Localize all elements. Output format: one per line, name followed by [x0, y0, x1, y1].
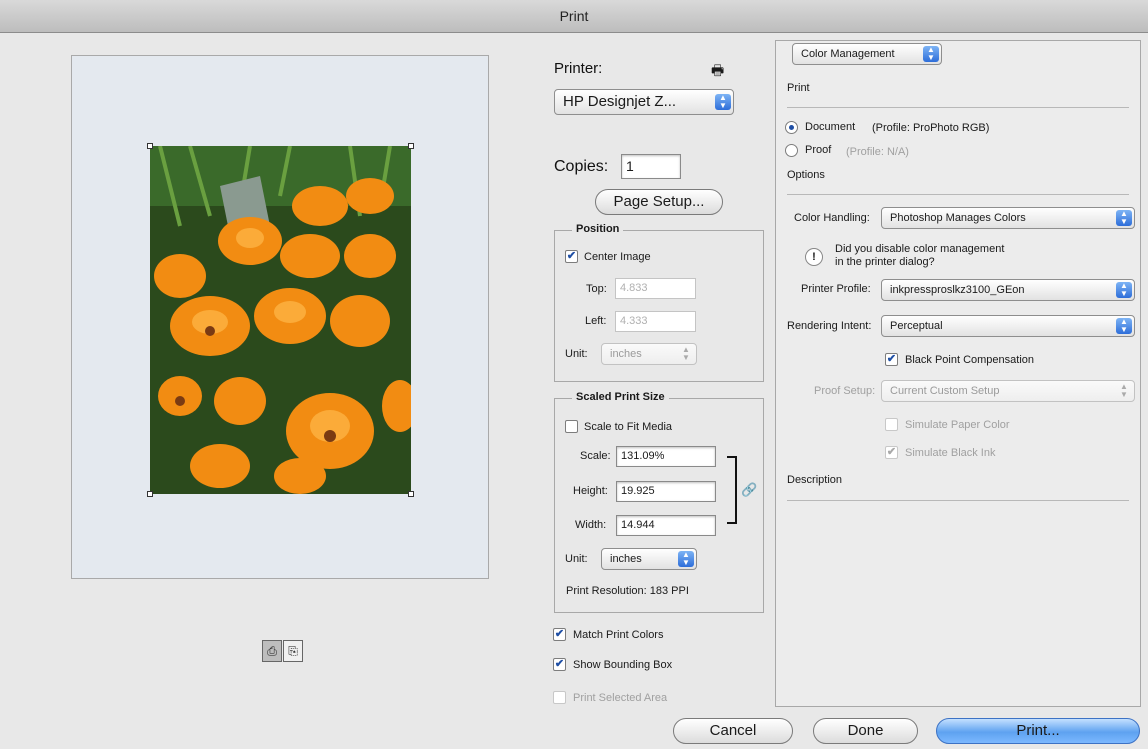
top-field[interactable]: 4.833	[615, 278, 696, 299]
simulate-paper-checkbox[interactable]	[885, 418, 898, 431]
position-group-title: Position	[572, 223, 624, 235]
size-unit-value: inches	[610, 553, 642, 565]
scaled-print-size-title: Scaled Print Size	[572, 391, 669, 403]
print-resolution: Print Resolution: 183 PPI	[566, 585, 689, 597]
show-bounding-box-label: Show Bounding Box	[573, 659, 673, 671]
height-field[interactable]: 19.925	[616, 481, 716, 502]
color-handling-label: Color Handling:	[794, 212, 870, 224]
scale-to-fit-checkbox[interactable]	[565, 420, 578, 433]
popup-arrows-icon: ▲ ▼	[715, 94, 731, 110]
popup-arrows-icon: ▲ ▼	[1116, 318, 1132, 334]
position-unit-value: inches	[610, 348, 642, 360]
popup-arrows-icon: ▲ ▼	[682, 345, 690, 362]
divider	[787, 194, 1129, 195]
color-handling-select[interactable]: Photoshop Manages Colors ▲ ▼	[881, 207, 1135, 229]
scale-label: Scale:	[580, 450, 611, 462]
position-unit-label: Unit:	[565, 348, 588, 360]
proof-label: Proof	[805, 144, 832, 156]
proof-setup-label: Proof Setup:	[814, 385, 876, 397]
rendering-intent-select[interactable]: Perceptual ▲ ▼	[881, 315, 1135, 337]
copies-field[interactable]: 1	[621, 154, 681, 179]
show-bounding-box-checkbox[interactable]: ✔	[553, 658, 566, 671]
proof-radio[interactable]	[785, 144, 798, 157]
width-field[interactable]: 14.944	[616, 515, 716, 536]
bounding-box-handle[interactable]	[408, 491, 414, 497]
match-print-colors-label: Match Print Colors	[573, 629, 664, 641]
print-selected-area-label: Print Selected Area	[573, 692, 668, 704]
constrain-proportions-bracket	[727, 456, 737, 524]
top-label: Top:	[586, 283, 607, 295]
bounding-box-handle[interactable]	[147, 491, 153, 497]
popup-arrows-icon: ▲ ▼	[678, 551, 694, 567]
rendering-intent-label: Rendering Intent:	[787, 320, 872, 332]
description-heading: Description	[787, 474, 843, 486]
black-point-checkbox[interactable]: ✔	[885, 353, 898, 366]
warning-icon: !	[805, 248, 823, 266]
simulate-black-checkbox[interactable]: ✔	[885, 446, 898, 459]
cancel-button[interactable]: Cancel	[673, 718, 793, 744]
warning-line-2: in the printer dialog?	[835, 256, 935, 268]
bounding-box-handle[interactable]	[147, 143, 153, 149]
printer-profile-select[interactable]: inkpressproslkz3100_GEon ▲ ▼	[881, 279, 1135, 301]
proof-setup-select[interactable]: Current Custom Setup ▲ ▼	[881, 380, 1135, 402]
size-unit-label: Unit:	[565, 553, 588, 565]
options-heading: Options	[787, 169, 825, 181]
proof-setup-value: Current Custom Setup	[890, 385, 1000, 397]
left-field[interactable]: 4.333	[615, 311, 696, 332]
page-setup-button[interactable]: Page Setup...	[595, 189, 723, 215]
bounding-box-handle[interactable]	[408, 143, 414, 149]
copies-label: Copies:	[554, 158, 609, 175]
panel-section-select[interactable]: Color Management ▲ ▼	[792, 43, 942, 65]
scale-to-fit-label: Scale to Fit Media	[584, 421, 673, 433]
document-label: Document	[805, 121, 856, 133]
print-heading: Print	[787, 82, 810, 94]
simulate-black-label: Simulate Black Ink	[905, 447, 996, 459]
color-handling-value: Photoshop Manages Colors	[890, 212, 1026, 224]
center-image-label: Center Image	[584, 251, 651, 263]
printer-select-value: HP Designjet Z...	[563, 93, 677, 110]
link-icon[interactable]: 🔗	[741, 482, 757, 498]
warning-line-1: Did you disable color management	[835, 243, 1005, 255]
match-print-colors-checkbox[interactable]: ✔	[553, 628, 566, 641]
popup-arrows-icon: ▲ ▼	[1116, 282, 1132, 298]
portrait-orientation-icon[interactable]: ⎙	[262, 640, 282, 662]
scale-field[interactable]: 131.09%	[616, 446, 716, 467]
position-unit-select[interactable]: inches ▲ ▼	[601, 343, 697, 365]
print-selected-area-checkbox[interactable]	[553, 691, 566, 704]
landscape-orientation-icon[interactable]: ⎘	[283, 640, 303, 662]
printer-profile-label: Printer Profile:	[801, 283, 871, 295]
divider	[787, 107, 1129, 108]
window-title: Print	[0, 0, 1148, 33]
height-label: Height:	[573, 485, 608, 497]
panel-section-value: Color Management	[801, 48, 895, 60]
popup-arrows-icon: ▲ ▼	[1116, 210, 1132, 226]
document-radio[interactable]	[785, 121, 798, 134]
color-management-panel	[775, 40, 1141, 707]
simulate-paper-label: Simulate Paper Color	[905, 419, 1010, 431]
printer-settings-icon[interactable]: 🖶	[711, 60, 724, 84]
printer-label: Printer:	[554, 60, 603, 77]
print-button[interactable]: Print...	[936, 718, 1140, 744]
black-point-label: Black Point Compensation	[905, 354, 1035, 366]
popup-arrows-icon: ▲ ▼	[1120, 382, 1128, 399]
left-label: Left:	[585, 315, 607, 327]
printer-select[interactable]: HP Designjet Z... ▲ ▼	[554, 89, 734, 115]
width-label: Width:	[575, 519, 607, 531]
size-unit-select[interactable]: inches ▲ ▼	[601, 548, 697, 570]
printer-profile-value: inkpressproslkz3100_GEon	[890, 284, 1025, 296]
document-profile: (Profile: ProPhoto RGB)	[872, 122, 990, 134]
preview-image[interactable]	[150, 146, 411, 494]
center-image-checkbox[interactable]: ✔	[565, 250, 578, 263]
proof-profile: (Profile: N/A)	[846, 146, 909, 158]
rendering-intent-value: Perceptual	[890, 320, 943, 332]
popup-arrows-icon: ▲ ▼	[923, 46, 939, 62]
done-button[interactable]: Done	[813, 718, 918, 744]
divider	[787, 500, 1129, 501]
poppy-photo	[150, 146, 411, 494]
